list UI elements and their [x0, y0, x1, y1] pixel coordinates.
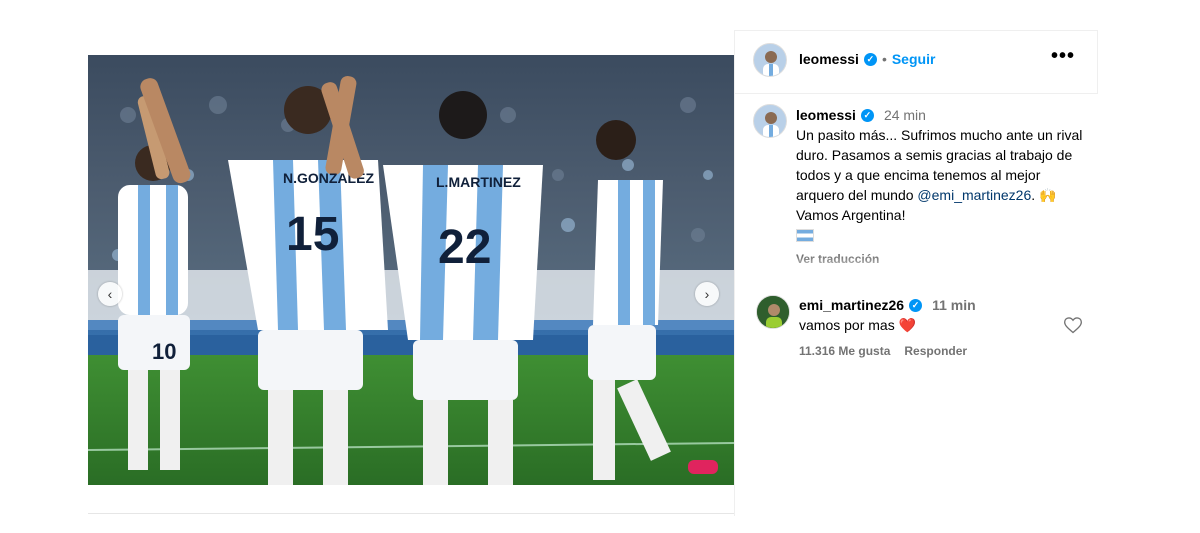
heart-icon[interactable]	[1063, 315, 1083, 335]
jersey-number-left: 10	[152, 339, 176, 364]
likes-count[interactable]: 11.316 Me gusta	[799, 341, 890, 361]
caption-username[interactable]: leomessi	[796, 105, 856, 125]
comment-actions: 11.316 Me gusta Responder	[799, 341, 976, 361]
comment-author: emi_martinez26 ✓ 11 min	[799, 295, 976, 315]
separator: •	[881, 51, 887, 67]
post-caption: leomessi ✓ 24 min Un pasito más... Sufri…	[796, 105, 1086, 269]
photo-players-celebrating: 10 N.GONZALEZ 15 L.MARTINEZ 22	[88, 55, 734, 485]
post-sidebar: leomessi ✓ • Seguir ••• leomessi ✓ 24 mi…	[734, 30, 1098, 516]
instagram-post: 10 N.GONZALEZ 15 L.MARTINEZ 22 ‹ › leome…	[88, 30, 1098, 516]
jersey-number-gonzalez: 15	[286, 208, 339, 261]
caption-text: Un pasito más... Sufrimos mucho ante un …	[796, 125, 1086, 247]
comment-text: vamos por mas ❤️	[799, 317, 917, 333]
post-media[interactable]: 10 N.GONZALEZ 15 L.MARTINEZ 22 ‹ ›	[88, 55, 734, 485]
comment-username[interactable]: emi_martinez26	[799, 295, 904, 315]
caption-avatar[interactable]	[753, 104, 787, 138]
comment: emi_martinez26 ✓ 11 min vamos por mas ❤️…	[799, 295, 976, 361]
jersey-name-martinez: L.MARTINEZ	[436, 174, 521, 190]
verified-icon: ✓	[909, 298, 923, 312]
follow-button[interactable]: Seguir	[892, 51, 936, 67]
caption-time: 24 min	[883, 107, 926, 123]
chevron-right-icon[interactable]: ›	[695, 282, 719, 306]
avatar-image	[757, 296, 789, 328]
mention-link[interactable]: @emi_martinez26	[917, 187, 1031, 203]
more-icon[interactable]: •••	[1051, 45, 1075, 68]
caption-fade	[735, 256, 1097, 276]
jersey-number-martinez: 22	[438, 221, 491, 274]
comment-avatar[interactable]	[756, 295, 790, 329]
verified-icon: ✓	[863, 52, 877, 66]
post-header: leomessi ✓ • Seguir •••	[735, 30, 1098, 94]
avatar-image	[754, 44, 786, 76]
verified-icon: ✓	[860, 108, 874, 122]
comment-time: 11 min	[932, 297, 976, 313]
chevron-left-icon[interactable]: ‹	[98, 282, 122, 306]
post-author: leomessi ✓ • Seguir	[799, 51, 935, 67]
avatar-image	[754, 105, 786, 137]
caption-header: leomessi ✓ 24 min	[796, 105, 1086, 125]
media-bottom-strip	[88, 485, 734, 514]
reply-button[interactable]: Responder	[904, 341, 967, 361]
username-link[interactable]: leomessi	[799, 51, 859, 67]
avatar[interactable]	[753, 43, 787, 77]
argentina-flag-icon	[796, 229, 814, 242]
